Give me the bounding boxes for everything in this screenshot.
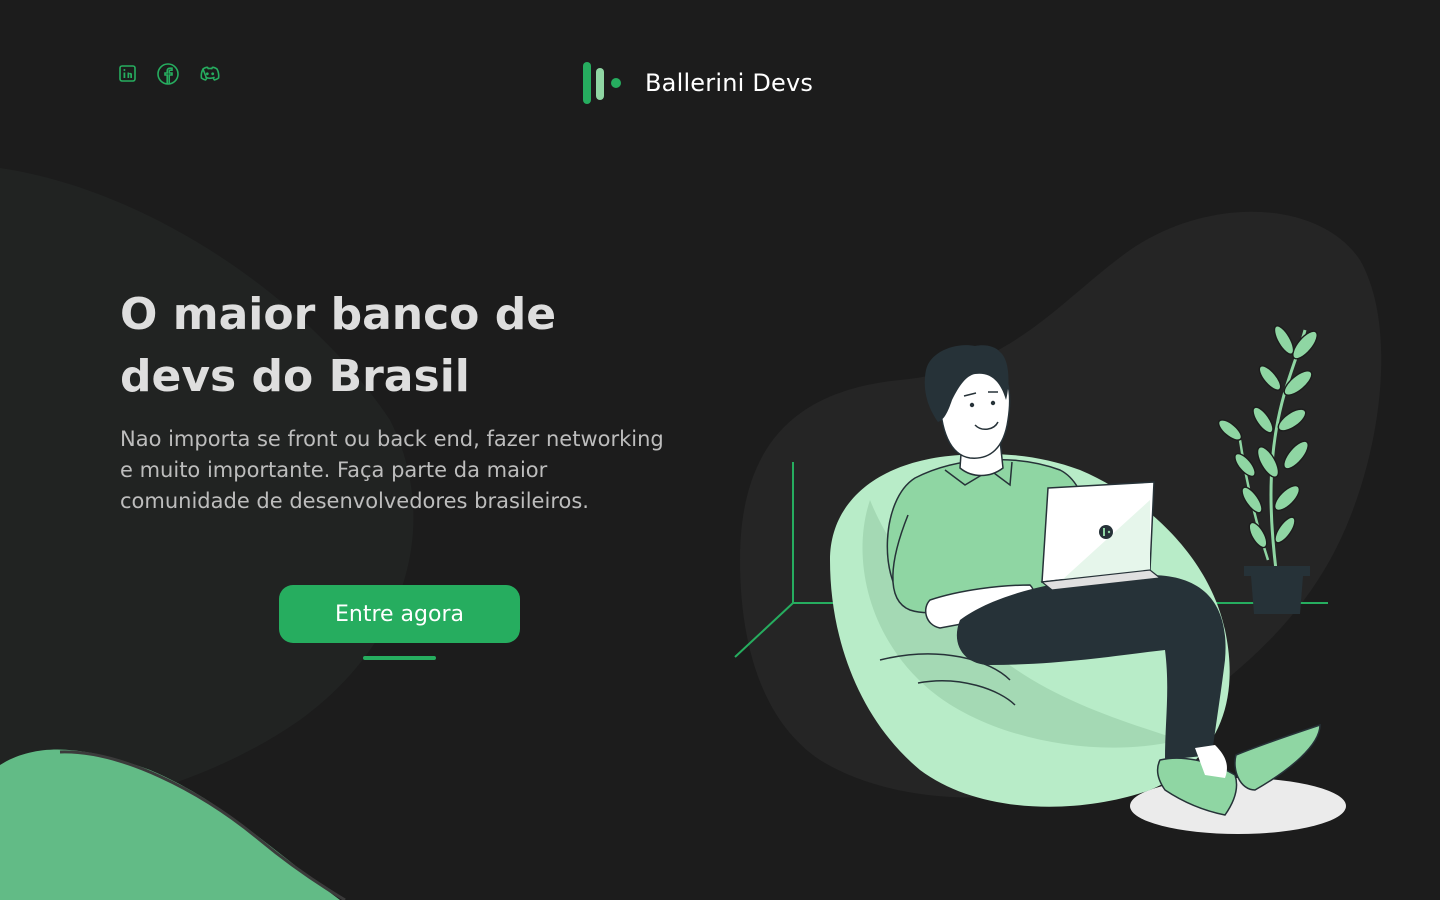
developer-illustration [734,325,1346,834]
plant [1217,325,1318,614]
plant-pot [1244,566,1310,614]
laptop-logo [1099,525,1113,539]
